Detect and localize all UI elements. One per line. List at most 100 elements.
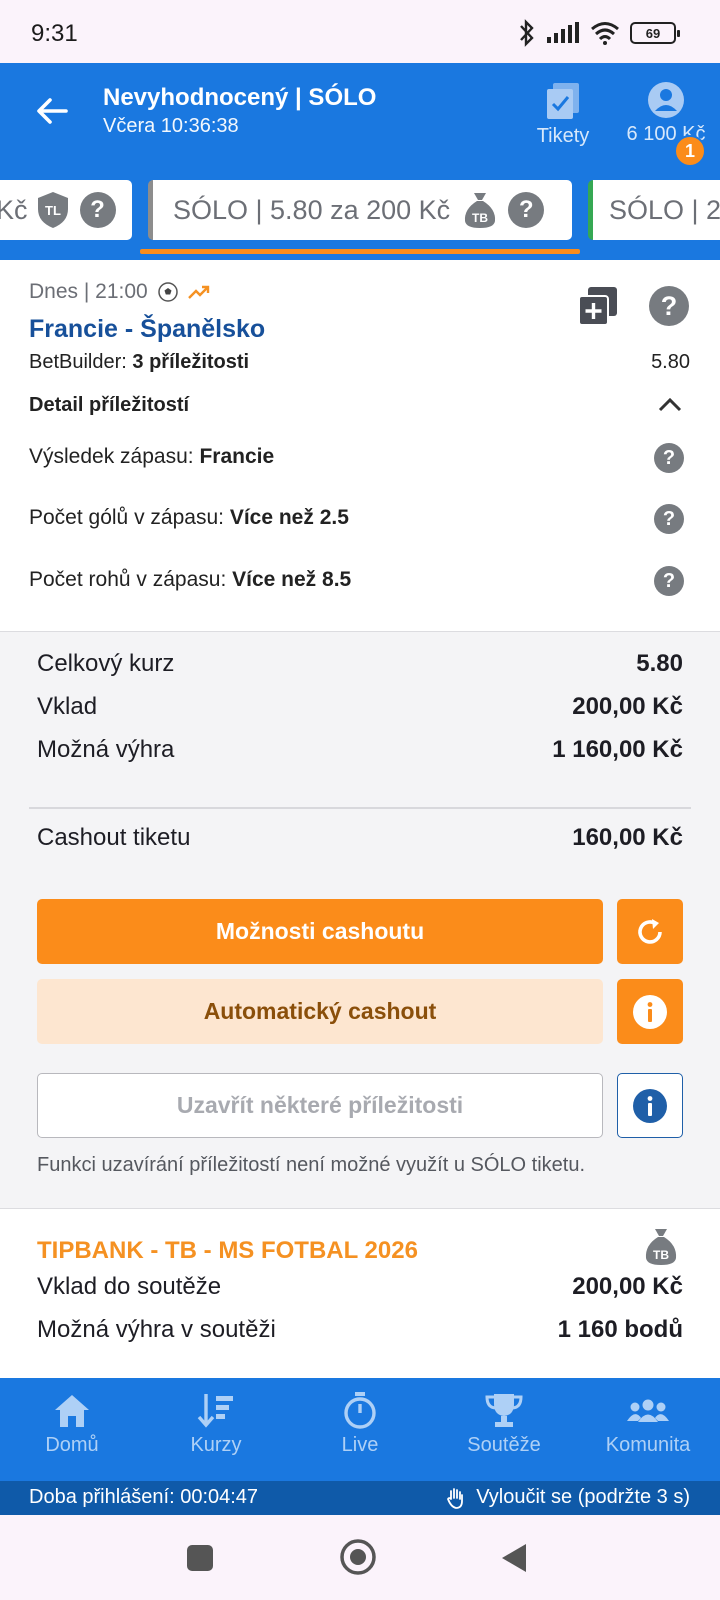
status-time: 9:31	[31, 20, 78, 47]
tipbank-win-row: Možná výhra v soutěži 1 160 bodů	[37, 1316, 683, 1344]
moneybag-tb-icon: TB	[645, 1229, 677, 1265]
login-duration: Doba přihlášení: 00:04:47	[29, 1486, 259, 1508]
help-icon[interactable]: ?	[79, 192, 116, 228]
selection-help[interactable]: ?	[654, 566, 684, 596]
back-triangle-icon[interactable]	[500, 1542, 528, 1574]
betbuilder-info: BetBuilder: 3 příležitosti	[29, 351, 249, 374]
tab-current-ticket[interactable]: SÓLO | 5.80 za 200 Kč TB ?	[148, 180, 572, 240]
nav-live[interactable]: Live	[295, 1392, 425, 1457]
user-icon	[648, 82, 684, 118]
page-title: Nevyhodnocený | SÓLO	[103, 84, 377, 111]
status-bar: 9:31 69	[0, 0, 720, 63]
selection-help[interactable]: ?	[654, 504, 684, 534]
help-icon[interactable]: ?	[654, 504, 684, 534]
tickets-icon	[547, 83, 579, 119]
selection-row: Výsledek zápasu: Francie	[29, 445, 274, 469]
svg-text:TL: TL	[45, 203, 61, 218]
add-to-ticket-icon[interactable]	[578, 286, 618, 326]
status-icons: 69	[518, 18, 680, 48]
app-header: Nevyhodnocený | SÓLO Včera 10:36:38 Tike…	[0, 63, 720, 177]
shield-tl-icon: TL	[37, 192, 68, 228]
tipbank-section: TIPBANK - TB - MS FOTBAL 2026 TB Vklad d…	[0, 1208, 720, 1378]
nav-community-label: Komunita	[605, 1434, 691, 1456]
system-navigation	[0, 1515, 720, 1600]
nav-competitions-label: Soutěže	[467, 1434, 541, 1456]
recent-apps-icon[interactable]	[186, 1544, 214, 1572]
chevron-up-icon[interactable]	[655, 390, 685, 420]
ticket-summary: Celkový kurz 5.80 Vklad 200,00 Kč Možná …	[0, 632, 720, 1207]
bottom-navigation: Domů Kurzy Live Soutěže Komunita	[0, 1378, 720, 1481]
back-arrow-icon[interactable]	[34, 93, 70, 129]
tab-next-ticket[interactable]: SÓLO | 2	[588, 180, 720, 240]
moneybag-tb-icon: TB	[465, 193, 496, 228]
trending-icon	[187, 285, 209, 299]
nav-odds[interactable]: Kurzy	[151, 1392, 281, 1457]
self-exclude-label: Vyloučit se (podržte 3 s)	[476, 1486, 690, 1508]
divider	[29, 807, 691, 809]
refresh-button[interactable]	[617, 899, 683, 964]
detail-header[interactable]: Detail příležitostí	[29, 394, 189, 417]
svg-text:TB: TB	[653, 1248, 669, 1262]
tipbank-stake-value: 200,00 Kč	[572, 1273, 683, 1300]
tipbank-win-label: Možná výhra v soutěži	[37, 1316, 276, 1343]
tab-current-label: SÓLO | 5.80 za 200 Kč	[173, 194, 451, 225]
betbuilder-count: 3 příležitosti	[132, 351, 250, 373]
event-teams[interactable]: Francie - Španělsko	[29, 315, 265, 344]
help-icon[interactable]: ?	[649, 286, 689, 326]
tikety-button[interactable]: Tikety	[530, 81, 596, 148]
solo-note: Funkci uzavírání příležitostí není možné…	[37, 1154, 586, 1176]
nav-odds-label: Kurzy	[190, 1434, 242, 1456]
auto-cashout-button[interactable]: Automatický cashout	[37, 979, 603, 1044]
refresh-icon	[638, 918, 662, 944]
nav-home-label: Domů	[45, 1434, 99, 1456]
signal-icon	[547, 22, 579, 43]
tab-previous-ticket[interactable]: Kč TL ?	[0, 180, 132, 240]
selection-help[interactable]: ?	[654, 443, 684, 473]
wifi-icon	[591, 22, 619, 45]
self-exclude-button[interactable]: Vyloučit se (podržte 3 s)	[446, 1486, 690, 1509]
total-odd-label: Celkový kurz	[37, 650, 175, 677]
win-label: Možná výhra	[37, 736, 175, 763]
nav-home[interactable]: Domů	[7, 1392, 137, 1457]
total-odd-value: 5.80	[636, 650, 683, 677]
notification-badge: 1	[674, 135, 706, 167]
page-subtitle: Včera 10:36:38	[103, 115, 239, 137]
cashout-options-button[interactable]: Možnosti cashoutu	[37, 899, 603, 964]
trophy-icon	[485, 1394, 523, 1427]
event-date-text: Dnes | 21:00	[29, 280, 148, 303]
selection-value: Francie	[199, 445, 275, 468]
selection-value: Více než 2.5	[229, 506, 349, 529]
event-help[interactable]: ?	[649, 286, 689, 326]
community-icon	[627, 1399, 669, 1422]
nav-competitions[interactable]: Soutěže	[439, 1392, 569, 1457]
help-icon[interactable]: ?	[654, 443, 684, 473]
win-row: Možná výhra 1 160,00 Kč	[37, 736, 683, 764]
account-button[interactable]: 6 100 Kč	[618, 81, 714, 146]
auto-cashout-info-button[interactable]	[617, 979, 683, 1044]
battery-level: 69	[645, 25, 661, 41]
home-circle-icon[interactable]	[339, 1538, 377, 1576]
help-icon[interactable]: ?	[654, 566, 684, 596]
selection-label: Výsledek zápasu:	[29, 445, 194, 468]
selection-label: Počet gólů v zápasu:	[29, 506, 224, 529]
odds-icon	[197, 1394, 233, 1428]
svg-text:TB: TB	[472, 211, 488, 225]
stake-row: Vklad 200,00 Kč	[37, 693, 683, 721]
battery-icon: 69	[630, 22, 680, 44]
bluetooth-icon	[520, 19, 534, 47]
active-tab-indicator	[140, 249, 580, 254]
total-odd-row: Celkový kurz 5.80	[37, 650, 683, 678]
info-icon	[633, 1088, 667, 1123]
cashout-label: Cashout tiketu	[37, 824, 191, 851]
help-icon[interactable]: ?	[508, 192, 545, 228]
tikety-label: Tikety	[536, 125, 590, 147]
football-icon	[157, 282, 178, 302]
close-selections-info-button[interactable]	[617, 1073, 683, 1138]
event-card: Dnes | 21:00 Francie - Španělsko BetBuil…	[0, 260, 720, 632]
betbuilder-prefix: BetBuilder:	[29, 351, 127, 373]
stake-value: 200,00 Kč	[572, 693, 683, 720]
stopwatch-icon	[344, 1392, 376, 1429]
ticket-tabs: Kč TL ? SÓLO | 5.80 za 200 Kč TB ? SÓLO …	[0, 177, 720, 260]
close-selections-button[interactable]: Uzavřít některé příležitosti	[37, 1073, 603, 1138]
nav-community[interactable]: Komunita	[583, 1392, 713, 1457]
